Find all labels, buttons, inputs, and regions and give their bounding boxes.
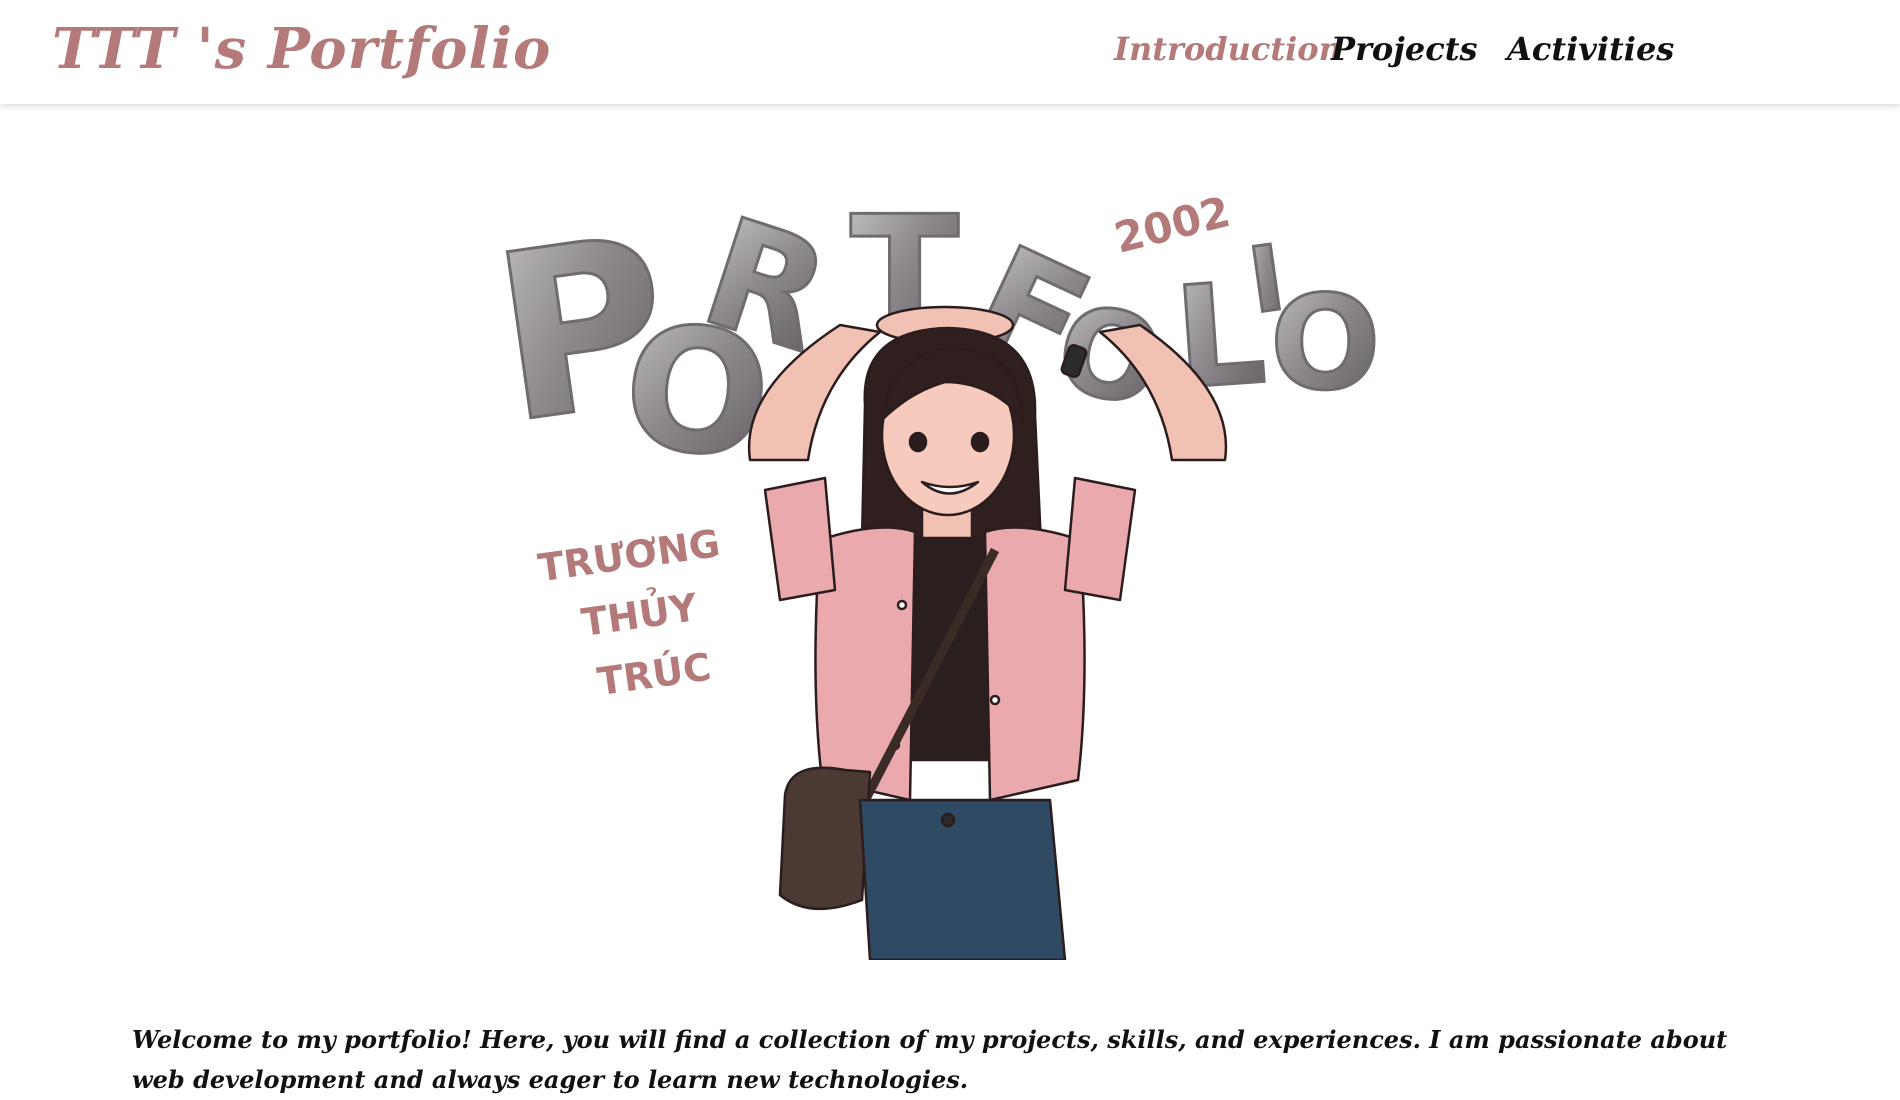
year-label: 2002 (1110, 187, 1235, 263)
brand-logo-text[interactable]: TTT 's Portfolio (52, 16, 551, 82)
name-line-3: TRÚC (595, 645, 714, 704)
intro-paragraph: Welcome to my portfolio! Here, you will … (132, 1025, 1728, 1094)
nav-introduction[interactable]: Introduction (1114, 30, 1342, 68)
nav-activities[interactable]: Activities (1507, 30, 1674, 68)
girl-character-illustration (747, 305, 1228, 960)
name-line-1: TRƯƠNG (535, 521, 722, 590)
hero-illustration: P O R T F O L I O 2002 TRƯƠNG THỦY TRÚC (490, 160, 1390, 960)
nav-projects[interactable]: Projects (1331, 30, 1477, 68)
name-line-2: THỦY (578, 581, 700, 645)
portfolio-hero-svg: P O R T F O L I O 2002 TRƯƠNG THỦY TRÚC (490, 180, 1382, 960)
balloon-letter-o3: O (1270, 267, 1381, 419)
top-navbar: TTT 's Portfolio Introduction Projects A… (0, 0, 1900, 104)
